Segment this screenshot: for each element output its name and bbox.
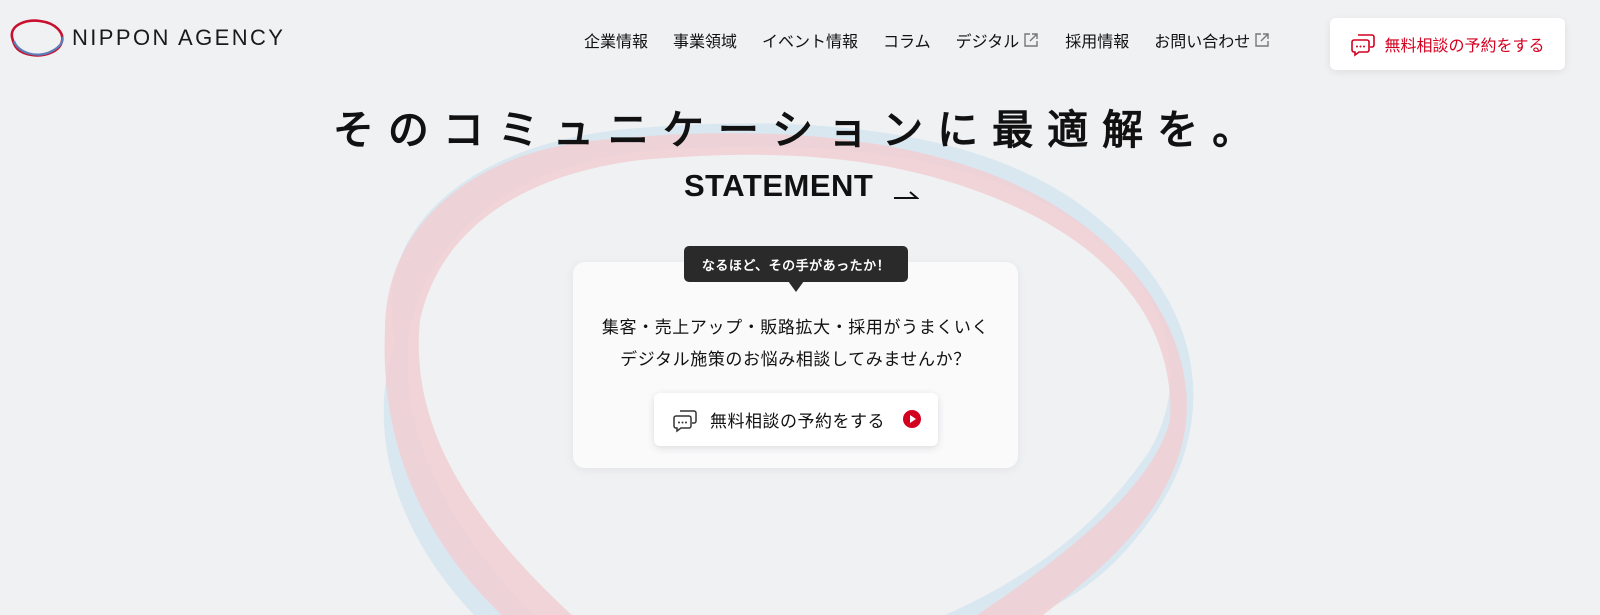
chat-bubbles-icon: [673, 409, 697, 432]
play-circle-icon: [903, 410, 921, 428]
arrow-right-icon: [894, 191, 920, 199]
card-description: 集客・売上アップ・販路拡大・採用がうまくいく デジタル施策のお悩み相談してみませ…: [573, 312, 1018, 376]
nav-company[interactable]: 企業情報: [584, 28, 648, 52]
site-header: NIPPON AGENCY 企業情報 事業領域 イベント情報 コラム デジタル …: [0, 0, 1600, 88]
card-consultation-button[interactable]: 無料相談の予約をする: [654, 393, 938, 446]
nav-digital-label: デジタル: [955, 32, 1020, 51]
card-line-1: 集客・売上アップ・販路拡大・採用がうまくいく: [601, 318, 990, 338]
logo[interactable]: NIPPON AGENCY: [8, 17, 285, 59]
card-consultation-label: 無料相談の予約をする: [710, 412, 885, 432]
nav-company-label: 企業情報: [584, 32, 649, 51]
nav-events-label: イベント情報: [762, 32, 859, 51]
nav-recruit-label: 採用情報: [1065, 32, 1130, 51]
nav-column-label: コラム: [883, 32, 931, 51]
nav-business-label: 事業領域: [673, 32, 738, 51]
nav-column[interactable]: コラム: [883, 28, 931, 52]
external-link-icon: [1024, 33, 1038, 47]
nav-recruit[interactable]: 採用情報: [1065, 28, 1129, 52]
nav-digital[interactable]: デジタル: [956, 28, 1041, 52]
card-line-2: デジタル施策のお悩み相談してみませんか？: [620, 350, 971, 370]
external-link-icon: [1255, 33, 1269, 47]
statement-label: STATEMENT: [684, 168, 874, 203]
statement-link[interactable]: STATEMENT: [684, 168, 920, 204]
speech-bubble: なるほど、その手があったか！: [684, 246, 908, 292]
header-consultation-button[interactable]: 無料相談の予約をする: [1330, 18, 1565, 70]
hero-headline: そのコミュニケーションに最適解を。: [332, 106, 1268, 154]
nav-contact-label: お問い合わせ: [1154, 32, 1251, 51]
main-nav: 企業情報 事業領域 イベント情報 コラム デジタル 採用情報 お問い合わせ: [584, 28, 1296, 52]
nav-business[interactable]: 事業領域: [673, 28, 737, 52]
logo-mark-icon: [10, 19, 64, 57]
chat-bubbles-icon: [1351, 34, 1376, 57]
header-consultation-label: 無料相談の予約をする: [1384, 36, 1545, 55]
logo-text: NIPPON AGENCY: [72, 25, 286, 50]
nav-contact[interactable]: お問い合わせ: [1154, 28, 1271, 52]
nav-events[interactable]: イベント情報: [762, 28, 858, 52]
